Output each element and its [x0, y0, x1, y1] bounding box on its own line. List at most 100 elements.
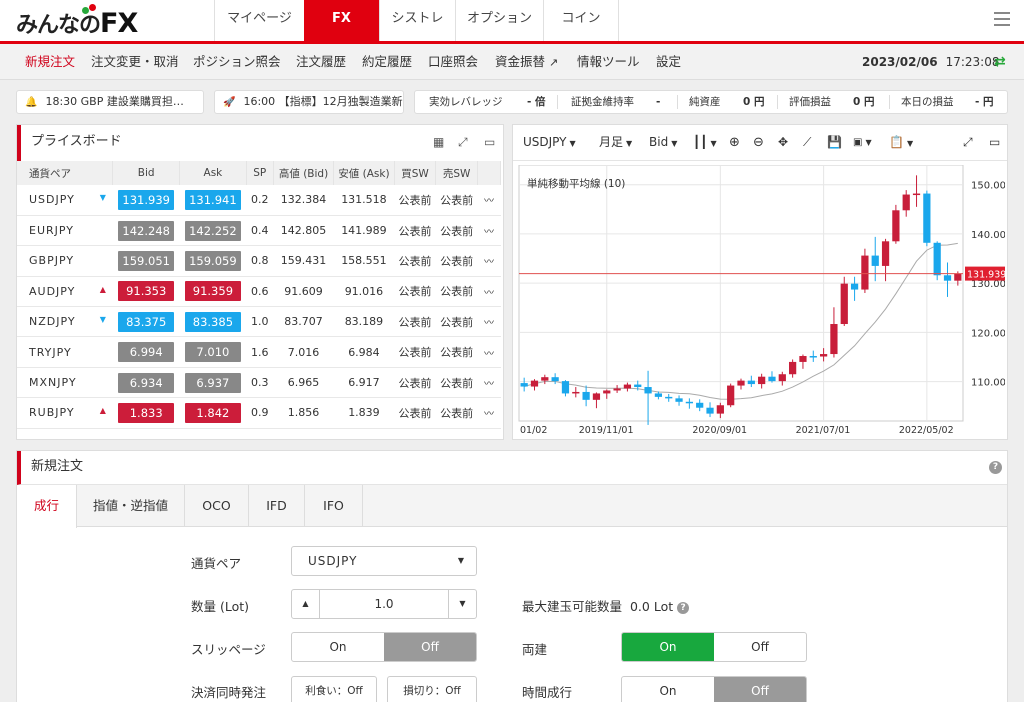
tab-limit-stop[interactable]: 指値・逆指値	[77, 485, 185, 527]
tab-ifd[interactable]: IFD	[249, 485, 305, 527]
cell-ask[interactable]: 6.937	[179, 367, 247, 399]
bid-price[interactable]: 142.248	[118, 220, 175, 241]
qty-up-icon[interactable]: ▲	[292, 590, 320, 618]
table-row[interactable]: TRYJPY 6.994 7.010 1.6 7.016 6.984 公表前 公表前〰	[17, 336, 501, 368]
cell-bid[interactable]: 142.248	[112, 215, 180, 247]
chart-pair-select[interactable]: USDJPY ▼	[523, 125, 576, 160]
cell-bid[interactable]: 159.051	[112, 245, 180, 277]
slippage-toggle[interactable]: On Off	[291, 632, 477, 662]
crosshair-icon[interactable]: ✥	[778, 125, 788, 160]
table-row[interactable]: AUDJPY ▲ 91.353 91.359 0.6 91.609 91.016 公表前 公表前…	[17, 276, 501, 308]
table-row[interactable]: USDJPY ▼ 131.939 131.941 0.2 132.384 131.518 公表…	[17, 185, 501, 216]
subnav-account[interactable]: 口座照会	[428, 44, 478, 80]
refresh-icon[interactable]: ⇄	[994, 54, 1006, 70]
mini-chart-icon[interactable]: 〰	[477, 397, 501, 429]
help-icon[interactable]: ?	[677, 602, 690, 614]
zoom-out-icon[interactable]: ⊖	[753, 125, 764, 160]
cell-bid[interactable]: 83.375	[112, 306, 180, 338]
cell-pair[interactable]: AUDJPY ▲	[17, 276, 113, 308]
hedge-off[interactable]: Off	[714, 633, 806, 661]
table-row[interactable]: RUBJPY ▲ 1.833 1.842 0.9 1.856 1.839 公表前 公表前〰	[17, 397, 501, 429]
hedge-toggle[interactable]: On Off	[621, 632, 807, 662]
zoom-in-icon[interactable]: ⊕	[729, 125, 740, 160]
mini-chart-icon[interactable]: 〰	[477, 306, 501, 338]
news-ticker-2[interactable]: 🚀 16:00 【指標】12月独製造業新規…	[214, 90, 404, 114]
qty-value[interactable]: 1.0	[320, 590, 448, 618]
chart-period-select[interactable]: 月足 ▼	[599, 125, 632, 160]
bid-price[interactable]: 159.051	[118, 250, 175, 271]
qty-stepper[interactable]: ▲ 1.0 ▼	[291, 589, 477, 619]
logo[interactable]: みんなのFX	[16, 4, 138, 39]
trendline-icon[interactable]: ⟋	[803, 125, 811, 160]
bid-price[interactable]: 83.375	[118, 311, 175, 332]
cell-pair[interactable]: EURJPY	[17, 215, 113, 247]
time-market-off[interactable]: Off	[714, 677, 806, 702]
subnav-info-tools[interactable]: 情報ツール	[577, 44, 640, 80]
expand-icon[interactable]: ⤢	[458, 135, 468, 150]
cell-pair[interactable]: USDJPY ▼	[17, 185, 113, 216]
bid-price[interactable]: 6.934	[118, 372, 175, 393]
pair-select[interactable]: USDJPY ▼	[291, 546, 477, 576]
slippage-on[interactable]: On	[292, 633, 384, 661]
bid-price[interactable]: 131.939	[118, 189, 175, 210]
topnav-systre[interactable]: シストレ	[379, 0, 455, 41]
time-market-on[interactable]: On	[622, 677, 714, 702]
expand-icon[interactable]: ⤢	[963, 125, 973, 160]
subnav-exec-history[interactable]: 約定履歴	[362, 44, 412, 80]
grid-layout-icon[interactable]: ▦	[433, 135, 444, 149]
ask-price[interactable]: 131.941	[184, 189, 241, 210]
cell-ask[interactable]: 91.359	[179, 276, 247, 308]
cell-bid[interactable]: 6.994	[112, 336, 180, 368]
cell-ask[interactable]: 7.010	[179, 336, 247, 368]
bid-price[interactable]: 1.833	[118, 402, 175, 423]
subnav-new-order[interactable]: 新規注文	[25, 44, 75, 80]
table-row[interactable]: MXNJPY 6.934 6.937 0.3 6.965 6.917 公表前 公表前〰	[17, 367, 501, 399]
hamburger-menu-icon[interactable]	[994, 12, 1010, 26]
subnav-positions[interactable]: ポジション照会	[193, 44, 281, 80]
cell-bid[interactable]: 6.934	[112, 367, 180, 399]
hedge-on[interactable]: On	[622, 633, 714, 661]
ask-price[interactable]: 142.252	[184, 220, 241, 241]
subnav-transfer[interactable]: 資金振替 ↗	[495, 44, 558, 80]
ask-price[interactable]: 7.010	[184, 342, 241, 363]
subnav-order-history[interactable]: 注文履歴	[296, 44, 346, 80]
stop-loss-button[interactable]: 損切り：Off	[387, 676, 477, 702]
subnav-settings[interactable]: 設定	[656, 44, 681, 80]
mini-chart-icon[interactable]: 〰	[477, 185, 501, 216]
cell-ask[interactable]: 1.842	[179, 397, 247, 429]
cell-ask[interactable]: 142.252	[179, 215, 247, 247]
mini-chart-icon[interactable]: 〰	[477, 367, 501, 399]
table-row[interactable]: NZDJPY ▼ 83.375 83.385 1.0 83.707 83.189 公表前 公表前…	[17, 306, 501, 338]
take-profit-button[interactable]: 利食い：Off	[291, 676, 377, 702]
qty-down-icon[interactable]: ▼	[448, 590, 476, 618]
ask-price[interactable]: 91.359	[184, 281, 241, 302]
subnav-order-change[interactable]: 注文変更・取消	[91, 44, 179, 80]
mini-chart-icon[interactable]: 〰	[477, 276, 501, 308]
bid-price[interactable]: 91.353	[118, 281, 175, 302]
cell-ask[interactable]: 83.385	[179, 306, 247, 338]
mini-chart-icon[interactable]: 〰	[477, 245, 501, 277]
bid-price[interactable]: 6.994	[118, 342, 175, 363]
candlestick-chart[interactable]: 110.000 120.000 130.000 140.000 150.000 01/02…	[517, 165, 1005, 435]
topnav-fx[interactable]: FX	[304, 0, 379, 41]
tab-oco[interactable]: OCO	[185, 485, 249, 527]
mini-chart-icon[interactable]: 〰	[477, 215, 501, 247]
slippage-off[interactable]: Off	[384, 633, 476, 661]
help-icon[interactable]: ?	[989, 461, 1002, 474]
time-market-toggle[interactable]: On Off	[621, 676, 807, 702]
save-icon[interactable]: 💾	[827, 125, 842, 160]
delete-icon[interactable]: ▣ ▼	[853, 125, 872, 160]
cell-pair[interactable]: RUBJPY ▲	[17, 397, 113, 429]
ask-price[interactable]: 6.937	[184, 372, 241, 393]
tab-ifo[interactable]: IFO	[305, 485, 363, 527]
topnav-option[interactable]: オプション	[455, 0, 543, 41]
table-row[interactable]: GBPJPY 159.051 159.059 0.8 159.431 158.551 公表前…	[17, 245, 501, 277]
topnav-coin[interactable]: コイン	[543, 0, 619, 41]
ask-price[interactable]: 83.385	[184, 311, 241, 332]
ask-price[interactable]: 159.059	[184, 250, 241, 271]
popout-window-icon[interactable]: ▭	[989, 125, 1000, 160]
cell-pair[interactable]: MXNJPY	[17, 367, 113, 399]
clipboard-icon[interactable]: 📋 ▼	[889, 125, 913, 160]
mini-chart-icon[interactable]: 〰	[477, 336, 501, 368]
cell-pair[interactable]: GBPJPY	[17, 245, 113, 277]
